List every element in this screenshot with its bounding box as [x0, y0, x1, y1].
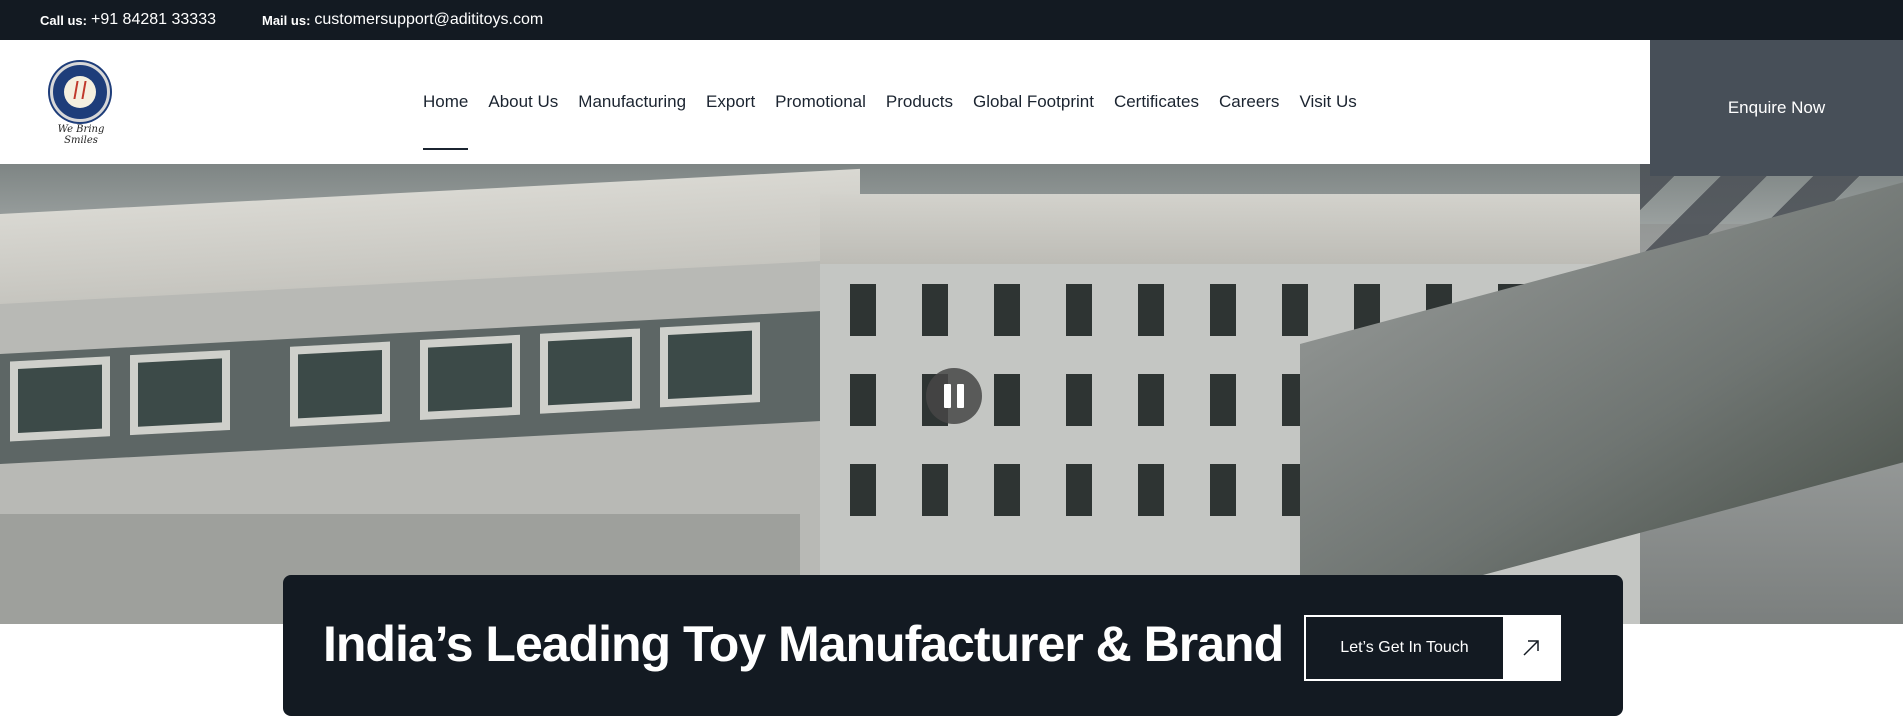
main-nav: Home About Us Manufacturing Export Promo… — [423, 40, 1377, 164]
call-us-number[interactable]: +91 84281 33333 — [91, 11, 216, 29]
nav-item-visit-us[interactable]: Visit Us — [1299, 40, 1356, 164]
hero-headline: India’s Leading Toy Manufacturer & Brand — [323, 616, 1284, 672]
site-logo[interactable]: We Bring Smiles — [40, 62, 120, 146]
mail-us-label: Mail us: — [262, 12, 311, 28]
nav-item-export[interactable]: Export — [706, 40, 755, 164]
call-us-label: Call us: — [40, 12, 87, 28]
nav-item-about-us[interactable]: About Us — [488, 40, 558, 164]
logo-tagline: We Bring Smiles — [57, 124, 105, 146]
nav-item-home[interactable]: Home — [423, 40, 469, 164]
nav-item-careers[interactable]: Careers — [1219, 40, 1279, 164]
hero-banner: India’s Leading Toy Manufacturer & Brand… — [283, 575, 1623, 716]
nav-item-products[interactable]: Products — [886, 40, 953, 164]
factory-building-left — [0, 168, 860, 624]
pause-icon[interactable] — [926, 368, 982, 424]
mail-us[interactable]: Mail us: customersupport@adititoys.com — [262, 0, 543, 40]
site-header: We Bring Smiles Home About Us Manufactur… — [0, 40, 1650, 164]
get-in-touch-button[interactable]: Let’s Get In Touch — [1304, 615, 1561, 681]
nav-item-global-footprint[interactable]: Global Footprint — [973, 40, 1094, 164]
get-in-touch-label: Let’s Get In Touch — [1340, 639, 1469, 656]
nav-item-certificates[interactable]: Certificates — [1114, 40, 1199, 164]
arrow-up-right-icon — [1503, 617, 1559, 679]
mail-us-address[interactable]: customersupport@adititoys.com — [314, 11, 543, 29]
nav-item-promotional[interactable]: Promotional — [775, 40, 866, 164]
enquire-now-button[interactable]: Enquire Now — [1650, 40, 1903, 176]
call-us[interactable]: Call us: +91 84281 33333 — [40, 0, 216, 40]
logo-badge — [50, 62, 110, 122]
top-contact-bar: Call us: +91 84281 33333 Mail us: custom… — [0, 0, 1903, 40]
nav-item-manufacturing[interactable]: Manufacturing — [578, 40, 686, 164]
